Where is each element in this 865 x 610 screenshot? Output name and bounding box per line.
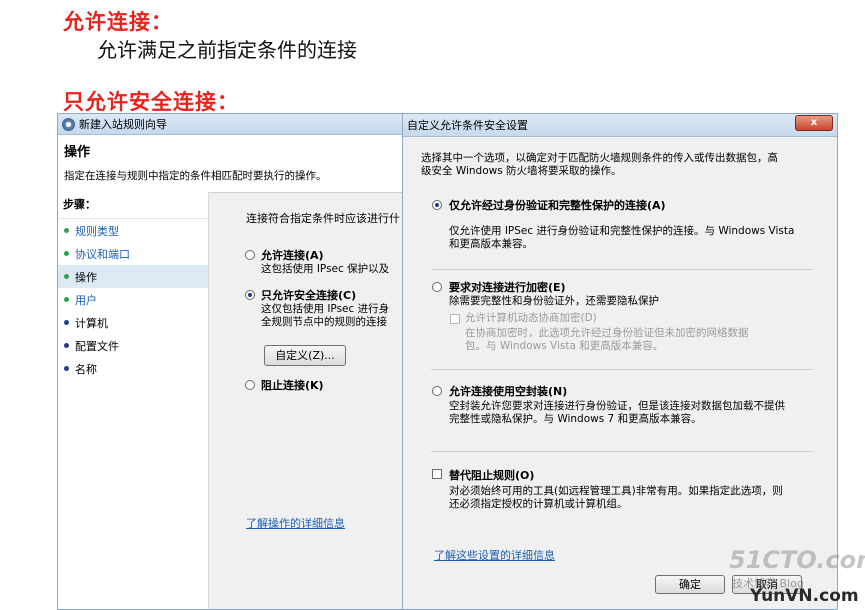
wizard-titlebar: 新建入站规则向导 xyxy=(58,114,416,135)
allow-connection-label[interactable]: 允许连接(A) xyxy=(261,247,324,263)
allow-connection-radio[interactable] xyxy=(245,250,255,260)
close-icon[interactable]: x xyxy=(795,115,833,131)
dialog-titlebar: 自定义允许条件安全设置 x xyxy=(403,114,837,137)
dialog-intro: 选择其中一个选项，以确定对于匹配防火墙规则条件的传入或传出数据包，高 级安全 W… xyxy=(421,152,821,178)
step-protocol-ports[interactable]: 协议和端口 xyxy=(58,242,208,265)
subheading-allow-desc: 允许满足之前指定条件的连接 xyxy=(97,38,357,62)
step-users[interactable]: 用户 xyxy=(58,288,208,311)
null-encapsulation-desc-2: 完整性或隐私保护。与 Windows 7 和更高版本兼容。 xyxy=(449,413,702,425)
step-action[interactable]: 操作 xyxy=(58,265,208,288)
wizard-section-title: 操作 xyxy=(64,145,91,160)
auth-integrity-radio[interactable] xyxy=(432,200,442,210)
step-label: 用户 xyxy=(75,293,97,307)
override-block-desc-1: 对必须始终可用的工具(如远程管理工具)非常有用。如果指定此选项，则 xyxy=(449,485,783,497)
step-label: 配置文件 xyxy=(75,339,119,353)
intro-line-2: 级安全 Windows 防火墙将要采取的操作。 xyxy=(421,165,622,177)
secure-only-radio[interactable] xyxy=(245,290,255,300)
step-label: 计算机 xyxy=(75,316,108,330)
learn-more-settings-link[interactable]: 了解这些设置的详细信息 xyxy=(434,547,555,563)
auth-integrity-label[interactable]: 仅允许经过身份验证和完整性保护的连接(A) xyxy=(449,197,666,213)
step-label: 规则类型 xyxy=(75,224,119,238)
override-block-checkbox[interactable] xyxy=(432,469,442,479)
step-bullet-icon xyxy=(64,274,69,279)
null-encapsulation-radio[interactable] xyxy=(432,386,442,396)
watermark-yunvn: YunVN.com xyxy=(750,586,859,606)
separator xyxy=(431,369,813,370)
customize-secure-settings-dialog: 自定义允许条件安全设置 x 选择其中一个选项，以确定对于匹配防火墙规则条件的传入… xyxy=(402,113,838,610)
step-rule-type[interactable]: 规则类型 xyxy=(58,219,208,242)
intro-line-1: 选择其中一个选项，以确定对于匹配防火墙规则条件的传入或传出数据包，高 xyxy=(421,152,778,164)
step-profile: 配置文件 xyxy=(58,334,208,357)
auth-integrity-desc-1: 仅允许使用 IPSec 进行身份验证和完整性保护的连接。与 Windows Vi… xyxy=(449,225,795,237)
step-bullet-icon xyxy=(64,366,69,371)
dynamic-encryption-desc-2: 包。与 Windows Vista 和更高版本兼容。 xyxy=(465,340,664,352)
step-bullet-icon xyxy=(64,320,69,325)
learn-more-actions-link[interactable]: 了解操作的详细信息 xyxy=(246,515,345,531)
new-inbound-rule-wizard: 新建入站规则向导 操作 指定在连接与规则中指定的条件相匹配时要执行的操作。 步骤… xyxy=(57,113,417,610)
secure-only-desc-1: 这仅包括使用 IPsec 进行身 xyxy=(261,303,390,315)
wizard-action-pane: 连接符合指定条件时应该进行什 允许连接(A) 这包括使用 IPsec 保护以及 … xyxy=(210,192,416,609)
require-encryption-label[interactable]: 要求对连接进行加密(E) xyxy=(449,279,566,295)
separator xyxy=(431,451,813,452)
dynamic-encryption-checkbox[interactable] xyxy=(450,314,460,324)
override-block-label[interactable]: 替代阻止规则(O) xyxy=(449,467,534,483)
secure-only-desc-2: 全规则节点中的规则的连接 xyxy=(261,316,387,328)
customize-button[interactable]: 自定义(Z)... xyxy=(264,345,346,366)
wizard-steps-panel: 步骤： 规则类型 协议和端口 操作 用户 计算机 配置文件 名称 xyxy=(58,192,209,609)
step-bullet-icon xyxy=(64,228,69,233)
dynamic-encryption-desc-1: 在协商加密时，此选项允许经过身份验证但未加密的网络数据 xyxy=(465,327,749,339)
step-label: 协议和端口 xyxy=(75,247,130,261)
secure-only-label[interactable]: 只允许安全连接(C) xyxy=(261,287,356,303)
null-encapsulation-label[interactable]: 允许连接使用空封装(N) xyxy=(449,383,567,399)
wizard-section-desc: 指定在连接与规则中指定的条件相匹配时要执行的操作。 xyxy=(64,170,327,182)
require-encryption-radio[interactable] xyxy=(432,282,442,292)
heading-secure-only: 只允许安全连接： xyxy=(63,90,239,114)
wizard-title: 新建入站规则向导 xyxy=(79,118,167,131)
step-label: 名称 xyxy=(75,362,97,376)
step-bullet-icon xyxy=(64,297,69,302)
step-computers: 计算机 xyxy=(58,311,208,334)
null-encapsulation-desc-1: 空封装允许您要求对连接进行身份验证，但是该连接对数据包加载不提供 xyxy=(449,400,785,412)
require-encryption-desc: 除需要完整性和身份验证外，还需要隐私保护 xyxy=(449,295,659,307)
separator xyxy=(431,269,813,270)
step-bullet-icon xyxy=(64,343,69,348)
action-prompt: 连接符合指定条件时应该进行什 xyxy=(246,212,400,225)
dialog-title: 自定义允许条件安全设置 xyxy=(407,119,528,132)
ok-button[interactable]: 确定 xyxy=(655,575,725,594)
dynamic-encryption-label[interactable]: 允许计算机动态协商加密(D) xyxy=(465,312,597,325)
step-bullet-icon xyxy=(64,251,69,256)
heading-allow-connection: 允许连接： xyxy=(63,10,173,34)
block-connection-radio[interactable] xyxy=(245,380,255,390)
block-connection-label[interactable]: 阻止连接(K) xyxy=(261,377,324,393)
firewall-gear-icon xyxy=(62,117,75,131)
steps-title: 步骤： xyxy=(58,192,208,219)
step-label: 操作 xyxy=(75,270,97,284)
wizard-header: 操作 指定在连接与规则中指定的条件相匹配时要执行的操作。 xyxy=(58,135,416,193)
step-name: 名称 xyxy=(58,357,208,380)
allow-connection-desc: 这包括使用 IPsec 保护以及 xyxy=(261,263,390,275)
auth-integrity-desc-2: 和更高版本兼容。 xyxy=(449,238,533,250)
override-block-desc-2: 还必须指定授权的计算机或计算机组。 xyxy=(449,498,628,510)
watermark-51cto: 51CTO.com xyxy=(729,546,865,574)
